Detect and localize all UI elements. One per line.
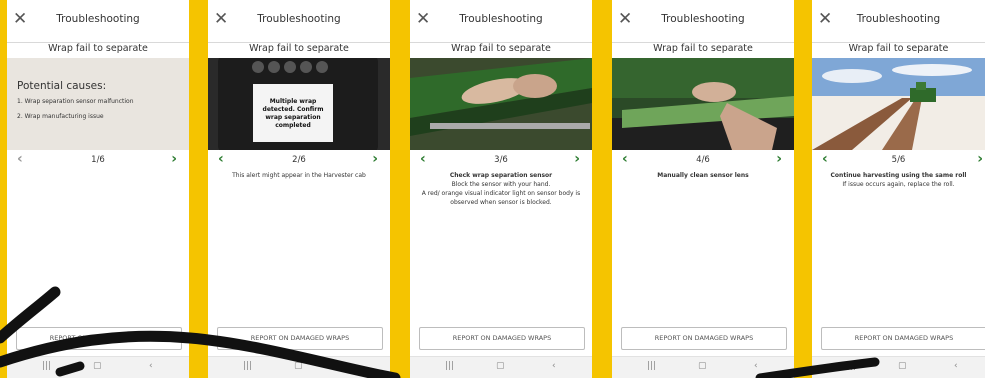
back-icon[interactable]: ‹ bbox=[149, 361, 153, 371]
chevron-right-icon[interactable]: › bbox=[372, 151, 378, 167]
header-title: Troubleshooting bbox=[459, 13, 543, 25]
cotton-field-image bbox=[812, 58, 985, 150]
chevron-right-icon[interactable]: › bbox=[776, 151, 782, 167]
screen-4: ✕ Troubleshooting Wrap fail to separate … bbox=[612, 0, 794, 378]
header-title: Troubleshooting bbox=[257, 13, 341, 25]
recent-apps-icon[interactable]: ||| bbox=[42, 361, 51, 371]
header-title: Troubleshooting bbox=[856, 13, 941, 25]
android-nav-bar: ||| ▢ ‹ bbox=[7, 356, 189, 378]
home-icon[interactable]: ▢ bbox=[294, 361, 303, 371]
back-icon[interactable]: ‹ bbox=[350, 361, 354, 371]
desc-line: This alert might appear in the Harvester… bbox=[232, 172, 366, 179]
page-indicator: 4/6 bbox=[696, 155, 710, 165]
app-header: ✕ Troubleshooting bbox=[812, 0, 985, 43]
step-description: This alert might appear in the Harvester… bbox=[214, 171, 384, 180]
page-indicator: 3/6 bbox=[494, 155, 508, 165]
causes-title: Potential causes: bbox=[17, 80, 107, 92]
cause-item: 1. Wrap separation sensor malfunction bbox=[17, 98, 134, 105]
chevron-right-icon[interactable]: › bbox=[977, 151, 983, 167]
screen-3: ✕ Troubleshooting Wrap fail to separate … bbox=[410, 0, 592, 378]
pager: ‹ 3/6 › bbox=[410, 151, 592, 168]
screen-5: ✕ Troubleshooting Wrap fail to separate … bbox=[812, 0, 985, 378]
report-damaged-wraps-button[interactable]: REPORT ON DAMAGED WRAPS bbox=[821, 327, 985, 350]
header-title: Troubleshooting bbox=[56, 13, 140, 25]
chevron-right-icon[interactable]: › bbox=[574, 151, 580, 167]
step-description: Manually clean sensor lens bbox=[618, 171, 788, 180]
home-icon[interactable]: ▢ bbox=[496, 361, 505, 371]
desc-line: A red/ orange visual indicator light on … bbox=[421, 190, 581, 206]
android-nav-bar: ||| ▢ ‹ bbox=[812, 356, 985, 378]
recent-apps-icon[interactable]: ||| bbox=[243, 361, 252, 371]
android-nav-bar: ||| ▢ ‹ bbox=[208, 356, 390, 378]
pager: ‹ 4/6 › bbox=[612, 151, 794, 168]
cab-display-photo: Multiple wrap detected. Confirm wrap sep… bbox=[208, 58, 390, 150]
step-description: Continue harvesting using the same roll … bbox=[818, 171, 979, 189]
page-indicator: 2/6 bbox=[292, 155, 306, 165]
android-nav-bar: ||| ▢ ‹ bbox=[410, 356, 592, 378]
back-icon[interactable]: ‹ bbox=[954, 361, 958, 371]
page-indicator: 1/6 bbox=[91, 155, 105, 165]
home-icon[interactable]: ▢ bbox=[898, 361, 907, 371]
back-icon[interactable]: ‹ bbox=[754, 361, 758, 371]
sensor-block-photo bbox=[410, 58, 592, 150]
desc-title: Check wrap separation sensor bbox=[449, 172, 553, 179]
report-damaged-wraps-button[interactable]: REPORT ON DAMAGED WRAPS bbox=[16, 327, 182, 350]
app-header: ✕ Troubleshooting bbox=[7, 0, 189, 43]
app-header: ✕ Troubleshooting bbox=[612, 0, 794, 43]
pager: ‹ 2/6 › bbox=[208, 151, 390, 168]
step-description: Check wrap separation sensor Block the s… bbox=[416, 171, 586, 207]
cause-item: 2. Wrap manufacturing issue bbox=[17, 113, 104, 120]
desc-line: Block the sensor with your hand. bbox=[451, 181, 551, 188]
app-header: ✕ Troubleshooting bbox=[208, 0, 390, 43]
page-indicator: 5/6 bbox=[891, 155, 906, 165]
recent-apps-icon[interactable]: ||| bbox=[445, 361, 454, 371]
desc-title: Manually clean sensor lens bbox=[657, 172, 749, 179]
display-message: Multiple wrap detected. Confirm wrap sep… bbox=[262, 98, 324, 129]
screen-1: ✕ Troubleshooting Wrap fail to separate … bbox=[7, 0, 189, 378]
desc-line: If issue occurs again, replace the roll. bbox=[842, 181, 955, 188]
recent-apps-icon[interactable]: ||| bbox=[847, 361, 856, 371]
app-header: ✕ Troubleshooting bbox=[410, 0, 592, 43]
home-icon[interactable]: ▢ bbox=[93, 361, 102, 371]
screen-2: ✕ Troubleshooting Wrap fail to separate … bbox=[208, 0, 390, 378]
causes-panel: Potential causes: 1. Wrap separation sen… bbox=[7, 58, 189, 150]
header-title: Troubleshooting bbox=[661, 13, 745, 25]
pager: ‹ 5/6 › bbox=[812, 151, 985, 168]
home-icon[interactable]: ▢ bbox=[698, 361, 707, 371]
chevron-right-icon[interactable]: › bbox=[171, 151, 177, 167]
sensor-block-image bbox=[410, 58, 592, 150]
report-damaged-wraps-button[interactable]: REPORT ON DAMAGED WRAPS bbox=[621, 327, 787, 350]
android-nav-bar: ||| ▢ ‹ bbox=[612, 356, 794, 378]
report-damaged-wraps-button[interactable]: REPORT ON DAMAGED WRAPS bbox=[419, 327, 585, 350]
back-icon[interactable]: ‹ bbox=[552, 361, 556, 371]
cotton-field-photo bbox=[812, 58, 985, 150]
desc-title: Continue harvesting using the same roll bbox=[830, 172, 967, 179]
recent-apps-icon[interactable]: ||| bbox=[647, 361, 656, 371]
sensor-clean-photo bbox=[612, 58, 794, 150]
pager: ‹ 1/6 › bbox=[7, 151, 189, 168]
report-damaged-wraps-button[interactable]: REPORT ON DAMAGED WRAPS bbox=[217, 327, 383, 350]
sensor-clean-image bbox=[612, 58, 794, 150]
